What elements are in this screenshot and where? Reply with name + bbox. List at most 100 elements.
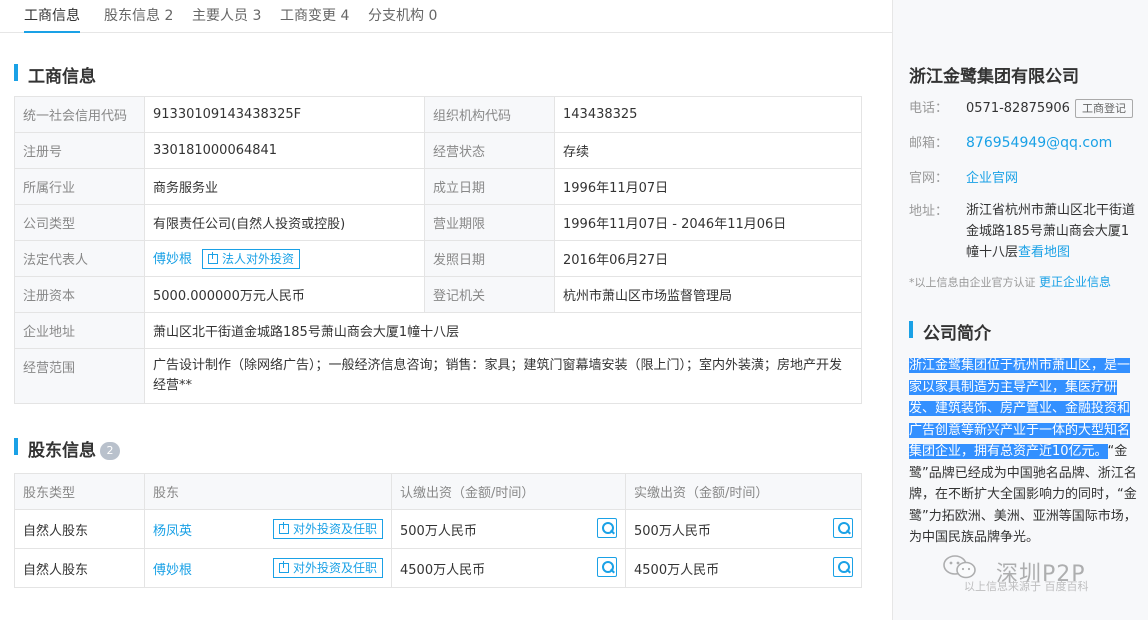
- org-code-value: 143438325: [554, 96, 862, 133]
- scope-value: 广告设计制作（除网络广告）；一般经济信息咨询；销售：家具；建筑门窗幕墙安装（限上…: [144, 348, 862, 404]
- legal-rep-cell: 傅妙根 法人对外投资: [144, 240, 425, 277]
- business-info-table: 统一社会信用代码 91330109143438325F 组织机构代码 14343…: [14, 96, 862, 404]
- field-label: 经营状态: [424, 132, 555, 169]
- license-date-value: 2016年06月27日: [554, 240, 862, 277]
- tab-changes[interactable]: 工商变更 4: [280, 5, 349, 25]
- tab-business-info[interactable]: 工商信息: [24, 5, 80, 33]
- address-text: 浙江省杭州市萧山区北干街道金城路185号萧山商会大厦1幢十八层查看地图: [966, 200, 1138, 263]
- shareholder-cell: 杨凤英 对外投资及任职: [144, 509, 392, 549]
- shareholder-name-link[interactable]: 杨凤英: [153, 524, 192, 539]
- watermark: 深圳P2P 以上信息来源于 百度百科: [942, 550, 1142, 600]
- view-map-link[interactable]: 查看地图: [1018, 245, 1070, 260]
- table-row: 经营范围 广告设计制作（除网络广告）；一般经济信息咨询；销售：家具；建筑门窗幕墙…: [14, 348, 862, 404]
- wechat-icon: [943, 555, 976, 579]
- table-row: 法定代表人 傅妙根 法人对外投资 发照日期 2016年06月27日: [14, 240, 862, 277]
- shareholder-type: 自然人股东: [14, 548, 145, 588]
- table-row: 注册资本 5000.000000万元人民币 登记机关 杭州市萧山区市场监督管理局: [14, 276, 862, 313]
- authority-value: 杭州市萧山区市场监督管理局: [554, 276, 862, 313]
- field-label: 法定代表人: [14, 240, 145, 277]
- tab-shareholders[interactable]: 股东信息 2: [104, 5, 173, 25]
- capital-value: 5000.000000万元人民币: [144, 276, 425, 313]
- search-icon[interactable]: [833, 518, 853, 538]
- legal-rep-link[interactable]: 傅妙根: [153, 252, 192, 267]
- export-icon: [208, 252, 219, 264]
- export-icon: [278, 561, 289, 573]
- field-label: 发照日期: [424, 240, 555, 277]
- term-value: 1996年11月07日 - 2046年11月06日: [554, 204, 862, 241]
- phone-row: 电话： 0571-82875906 工商登记: [909, 97, 1133, 118]
- website-link[interactable]: 企业官网: [966, 171, 1018, 186]
- search-icon[interactable]: [597, 557, 617, 577]
- registration-button[interactable]: 工商登记: [1074, 99, 1133, 118]
- table-row: 注册号 330181000064841 经营状态 存续: [14, 132, 862, 169]
- search-icon[interactable]: [597, 518, 617, 538]
- table-row: 自然人股东 杨凤英 对外投资及任职 500万人民币 500万人民币: [14, 509, 862, 549]
- address-label: 地址：: [909, 204, 949, 219]
- paid-value: 500万人民币: [634, 523, 711, 539]
- table-row: 统一社会信用代码 91330109143438325F 组织机构代码 14343…: [14, 96, 862, 133]
- email-label: 邮箱：: [909, 136, 949, 151]
- shareholder-table: 股东类型 股东 认缴出资（金额/时间） 实缴出资（金额/时间） 自然人股东 杨凤…: [14, 473, 862, 588]
- button-label: 对外投资及任职: [292, 561, 377, 575]
- column-header: 股东类型: [14, 473, 145, 510]
- phone-label: 电话：: [909, 101, 949, 116]
- field-label: 企业地址: [14, 312, 145, 349]
- field-label: 注册资本: [14, 276, 145, 313]
- export-icon: [278, 522, 289, 534]
- tab-branches[interactable]: 分支机构 0: [368, 5, 437, 25]
- field-label: 注册号: [14, 132, 145, 169]
- company-intro: 浙江金鹭集团位于杭州市萧山区，是一家以家具制造为主导产业，集医疗研发、建筑装饰、…: [909, 355, 1137, 549]
- shareholder-cell: 傅妙根 对外投资及任职: [144, 548, 392, 588]
- phone-value: 0571-82875906: [966, 101, 1070, 116]
- correct-info-link[interactable]: 更正企业信息: [1039, 275, 1111, 289]
- button-label: 对外投资及任职: [292, 522, 377, 536]
- intro-title: 公司简介: [909, 319, 991, 344]
- table-header-row: 股东类型 股东 认缴出资（金额/时间） 实缴出资（金额/时间）: [14, 473, 862, 510]
- table-row: 公司类型 有限责任公司(自然人投资或控股) 营业期限 1996年11月07日 -…: [14, 204, 862, 241]
- source-note: 以上信息来源于 百度百科: [964, 580, 1089, 593]
- subscribed-value: 4500万人民币: [400, 562, 486, 578]
- company-name: 浙江金鹭集团有限公司: [909, 67, 1079, 87]
- note-text: *以上信息由企业官方认证: [909, 276, 1036, 289]
- tab-key-personnel[interactable]: 主要人员 3: [192, 5, 261, 25]
- website-label: 官网：: [909, 171, 949, 186]
- investment-positions-button[interactable]: 对外投资及任职: [272, 519, 383, 539]
- shareholder-type: 自然人股东: [14, 509, 145, 549]
- field-label: 营业期限: [424, 204, 555, 241]
- address-value: 萧山区北干街道金城路185号萧山商会大厦1幢十八层: [144, 312, 862, 349]
- investment-positions-button[interactable]: 对外投资及任职: [272, 558, 383, 578]
- shareholder-name-link[interactable]: 傅妙根: [153, 563, 192, 578]
- legal-rep-investment-button[interactable]: 法人对外投资: [202, 249, 301, 269]
- field-label: 成立日期: [424, 168, 555, 205]
- table-row: 自然人股东 傅妙根 对外投资及任职 4500万人民币 4500万人民币: [14, 548, 862, 588]
- column-header: 实缴出资（金额/时间）: [625, 473, 862, 510]
- paid-cell: 4500万人民币: [625, 548, 862, 588]
- button-label: 法人对外投资: [222, 252, 295, 266]
- column-header: 认缴出资（金额/时间）: [391, 473, 626, 510]
- section-title-text: 股东信息: [28, 441, 96, 461]
- table-row: 企业地址 萧山区北干街道金城路185号萧山商会大厦1幢十八层: [14, 312, 862, 349]
- subscribed-cell: 4500万人民币: [391, 548, 626, 588]
- field-label: 统一社会信用代码: [14, 96, 145, 133]
- company-type-value: 有限责任公司(自然人投资或控股): [144, 204, 425, 241]
- subscribed-cell: 500万人民币: [391, 509, 626, 549]
- industry-value: 商务服务业: [144, 168, 425, 205]
- count-badge: 2: [100, 442, 120, 460]
- certification-note: *以上信息由企业官方认证 更正企业信息: [909, 273, 1111, 290]
- selected-text: 浙江金鹭集团位于杭州市萧山区，是一家以家具制造为主导产业，集医疗研发、建筑装饰、…: [909, 358, 1131, 459]
- credit-code-value: 91330109143438325F: [144, 96, 425, 133]
- tab-bar: 工商信息 股东信息 2 主要人员 3 工商变更 4 分支机构 0: [0, 0, 892, 33]
- founded-value: 1996年11月07日: [554, 168, 862, 205]
- company-sidebar: 浙江金鹭集团有限公司 电话： 0571-82875906 工商登记 邮箱： 87695…: [892, 0, 1148, 620]
- email-row: 邮箱： 876954949@qq.com: [909, 132, 1112, 151]
- paid-cell: 500万人民币: [625, 509, 862, 549]
- search-icon[interactable]: [833, 557, 853, 577]
- section-title-business: 工商信息: [14, 62, 96, 87]
- section-title-shareholders: 股东信息 2: [14, 436, 120, 461]
- field-label: 所属行业: [14, 168, 145, 205]
- subscribed-value: 500万人民币: [400, 523, 477, 539]
- field-label: 组织机构代码: [424, 96, 555, 133]
- email-link[interactable]: 876954949@qq.com: [966, 135, 1112, 151]
- intro-text: “金鹭”品牌已经成为中国驰名品牌、浙江名牌，在不断扩大全国影响力的同时，“金鹭”…: [909, 444, 1137, 545]
- column-header: 股东: [144, 473, 392, 510]
